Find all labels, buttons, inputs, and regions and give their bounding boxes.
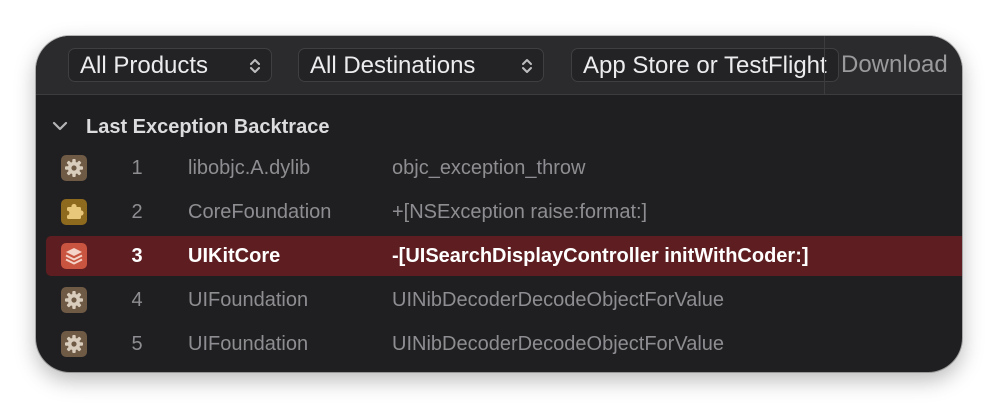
backtrace-row[interactable]: 2 CoreFoundation +[NSException raise:for… xyxy=(46,192,962,232)
frame-library: UIFoundation xyxy=(188,333,309,355)
chevron-down-icon[interactable] xyxy=(52,119,68,133)
backtrace-group-header[interactable]: Last Exception Backtrace xyxy=(36,110,962,144)
gear-icon xyxy=(61,155,87,181)
products-popup-label: All Products xyxy=(80,52,209,79)
gear-icon xyxy=(61,331,87,357)
products-popup[interactable]: All Products xyxy=(68,48,272,82)
frame-number: 2 xyxy=(131,201,143,223)
frame-number: 3 xyxy=(131,245,143,267)
backtrace-row-selected[interactable]: 3 UIKitCore -[UISearchDisplayController … xyxy=(46,236,962,276)
frame-symbol: +[NSException raise:format:] xyxy=(392,201,648,223)
gear-icon xyxy=(61,287,87,313)
backtrace-row[interactable]: 5 UIFoundation UINibDecoderDecodeObjectF… xyxy=(46,324,962,364)
frame-library: CoreFoundation xyxy=(188,201,332,223)
updown-chevron-icon xyxy=(522,59,532,73)
puzzle-icon xyxy=(61,199,87,225)
frame-library: UIKitCore xyxy=(188,245,281,267)
backtrace-row[interactable]: 1 libobjc.A.dylib objc_exception_throw xyxy=(46,148,962,188)
frame-number: 1 xyxy=(131,157,143,179)
destinations-popup-label: All Destinations xyxy=(310,52,476,79)
frame-symbol: -[UISearchDisplayController initWithCode… xyxy=(392,245,809,267)
download-button[interactable]: Download xyxy=(829,48,948,82)
backtrace-row[interactable]: 4 UIFoundation UINibDecoderDecodeObjectF… xyxy=(46,280,962,320)
frame-symbol: UINibDecoderDecodeObjectForValue xyxy=(392,289,725,311)
frame-symbol: UINibDecoderDecodeObjectForValue xyxy=(392,333,725,355)
frame-number: 5 xyxy=(131,333,143,355)
backtrace-group-title: Last Exception Backtrace xyxy=(86,116,330,138)
destinations-popup[interactable]: All Destinations xyxy=(298,48,544,82)
frame-library: libobjc.A.dylib xyxy=(188,157,311,179)
distribution-popup[interactable]: App Store or TestFlight xyxy=(571,48,839,82)
updown-chevron-icon xyxy=(250,59,260,73)
organizer-window: All Products All Destinations App Store … xyxy=(36,36,962,372)
frame-number: 4 xyxy=(131,289,143,311)
frame-library: UIFoundation xyxy=(188,289,309,311)
distribution-popup-label: App Store or TestFlight xyxy=(583,52,827,79)
toolbar-divider xyxy=(824,36,825,94)
stack-icon xyxy=(61,243,87,269)
frame-symbol: objc_exception_throw xyxy=(392,157,586,179)
filter-toolbar: All Products All Destinations App Store … xyxy=(36,36,962,95)
